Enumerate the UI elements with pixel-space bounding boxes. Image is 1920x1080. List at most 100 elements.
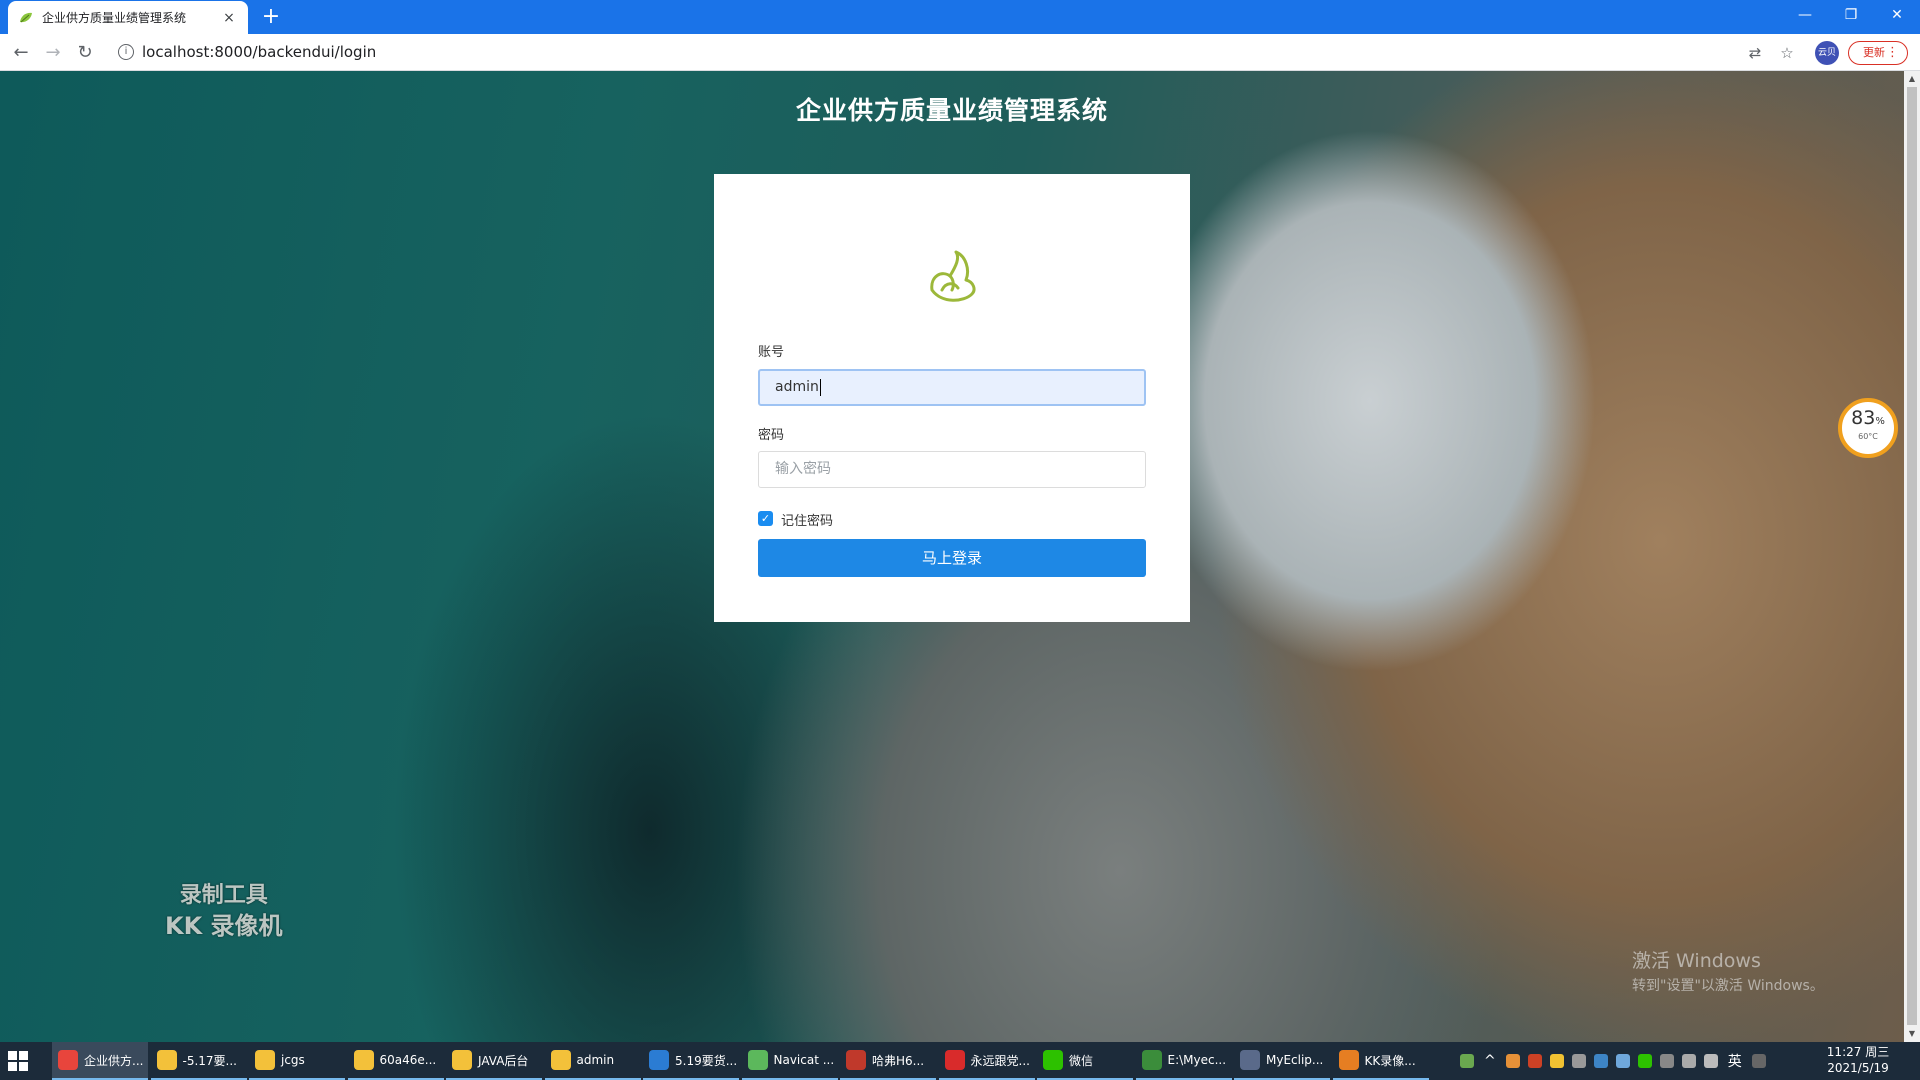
browser-tab-bar: 企业供方质量业绩管理系统 × + — ❐ ✕: [0, 0, 1920, 34]
bookmark-star-icon[interactable]: ☆: [1776, 42, 1798, 64]
ime-indicator[interactable]: 英: [1728, 1051, 1742, 1071]
taskbar-item[interactable]: jcgs: [249, 1042, 345, 1080]
navicat-icon: [747, 1050, 768, 1070]
tab-close-icon[interactable]: ×: [220, 10, 238, 26]
taskbar-item-label: 永远跟党...: [970, 1053, 1030, 1068]
tray-shield-icon[interactable]: [1593, 1054, 1608, 1068]
activate-windows-hint: 转到"设置"以激活 Windows。: [1632, 978, 1824, 994]
reload-icon[interactable]: ↻: [72, 40, 98, 66]
taskbar-item[interactable]: 5.19要货...: [643, 1042, 739, 1080]
address-bar[interactable]: localhost:8000/backendui/login: [142, 43, 376, 61]
account-input-value: admin: [775, 379, 819, 395]
password-input[interactable]: 输入密码: [758, 451, 1146, 488]
taskbar-item[interactable]: JAVA后台: [446, 1042, 542, 1080]
restore-button[interactable]: ❐: [1828, 0, 1874, 32]
taskbar-item[interactable]: admin: [544, 1042, 641, 1080]
browser-toolbar: ← → ↻ i localhost:8000/backendui/login ⇄…: [0, 34, 1920, 71]
login-button[interactable]: 马上登录: [758, 539, 1146, 577]
bird-logo-icon: [930, 250, 976, 302]
folder-icon: [353, 1050, 374, 1070]
account-label: 账号: [758, 345, 785, 360]
vs-icon: [649, 1050, 669, 1070]
gauge-temperature: 60°C: [1858, 432, 1878, 441]
performance-gauge-widget[interactable]: 83% 60°C: [1838, 398, 1898, 458]
recorder-watermark: 录制工具 KK 录像机: [165, 881, 283, 941]
leaf-favicon-icon: [18, 10, 34, 26]
remember-password-checkbox[interactable]: ✓: [758, 511, 773, 526]
tray-network-icon[interactable]: [1659, 1054, 1674, 1068]
close-window-button[interactable]: ✕: [1874, 0, 1920, 32]
taskbar-item-label: -5.17要...: [182, 1053, 238, 1068]
taskbar-item[interactable]: KK录像...: [1332, 1042, 1429, 1080]
account-input[interactable]: admin: [758, 369, 1146, 406]
tray-qq-icon[interactable]: [1527, 1054, 1542, 1068]
battery-icon[interactable]: [1460, 1054, 1474, 1068]
taskbar-item-label: 5.19要货...: [675, 1053, 738, 1068]
taskbar-item-label: admin: [576, 1053, 615, 1067]
update-button[interactable]: 更新 ⋮: [1848, 41, 1908, 65]
taskbar-item[interactable]: MyEclip...: [1234, 1042, 1330, 1080]
profile-avatar[interactable]: 云贝: [1815, 41, 1839, 65]
taskbar-item[interactable]: -5.17要...: [150, 1042, 247, 1080]
scroll-thumb[interactable]: [1907, 87, 1917, 1025]
activate-windows-watermark: 激活 Windows 转到"设置"以激活 Windows。: [1632, 946, 1824, 995]
eclipse-icon: [1240, 1050, 1260, 1070]
taskbar-item-label: KK录像...: [1364, 1053, 1416, 1068]
wifi-icon[interactable]: [1681, 1054, 1696, 1068]
app-icon: [846, 1050, 866, 1070]
tray-app-icon[interactable]: [1549, 1054, 1564, 1068]
site-info-icon[interactable]: i: [118, 44, 134, 60]
taskbar-clock[interactable]: 11:27 周三 2021/5/19: [1818, 1044, 1898, 1076]
folder-icon: [156, 1050, 177, 1070]
forward-arrow-icon[interactable]: →: [40, 40, 66, 66]
login-card: 账号 admin 密码 输入密码 ✓ 记住密码 马上登录: [714, 174, 1190, 622]
clock-date: 2021/5/19: [1827, 1061, 1889, 1075]
update-label: 更新: [1863, 46, 1885, 59]
login-page-background: 企业供方质量业绩管理系统 账号 admin 密码 输入密码 ✓ 记住密码 马上登…: [0, 71, 1904, 1042]
back-arrow-icon[interactable]: ←: [8, 40, 34, 66]
taskbar-item[interactable]: E:\Myec...: [1135, 1042, 1232, 1080]
tray-app-icon[interactable]: [1571, 1054, 1586, 1068]
taskbar-item-label: 哈弗H6...: [872, 1053, 925, 1068]
new-tab-button[interactable]: +: [258, 4, 284, 30]
taskbar-item-label: 微信: [1069, 1053, 1094, 1068]
taskbar-item-label: E:\Myec...: [1167, 1053, 1227, 1067]
taskbar-item-label: MyEclip...: [1266, 1053, 1324, 1067]
taskbar-item-label: 企业供方...: [84, 1053, 144, 1068]
star-icon: [944, 1050, 965, 1070]
folder-icon: [255, 1050, 275, 1070]
gauge-unit: %: [1875, 416, 1885, 427]
tray-app-icon[interactable]: [1615, 1054, 1630, 1068]
taskbar-item-label: Navicat ...: [773, 1053, 835, 1067]
minimize-button[interactable]: —: [1782, 0, 1828, 32]
text-caret: [819, 378, 821, 396]
scroll-down-arrow-icon[interactable]: ▼: [1904, 1026, 1920, 1042]
windows-start-icon[interactable]: [8, 1051, 28, 1071]
taskbar-item[interactable]: 永远跟党...: [938, 1042, 1035, 1080]
keyboard-icon[interactable]: [1751, 1054, 1766, 1068]
taskbar-item[interactable]: 企业供方...: [52, 1042, 148, 1080]
chrome-icon: [58, 1050, 78, 1070]
tray-app-icon[interactable]: [1505, 1054, 1520, 1068]
taskbar-item[interactable]: 60a46e...: [347, 1042, 444, 1080]
page-scrollbar[interactable]: ▲ ▼: [1904, 71, 1920, 1042]
taskbar-item[interactable]: 哈弗H6...: [840, 1042, 936, 1080]
volume-icon[interactable]: [1703, 1054, 1718, 1068]
windows-taskbar: 企业供方... -5.17要... jcgs 60a46e... JAVA后台 admin…: [0, 1042, 1920, 1080]
taskbar-item[interactable]: 微信: [1037, 1042, 1133, 1080]
taskbar-item[interactable]: Navicat ...: [741, 1042, 838, 1080]
menu-dots-icon: ⋮: [1886, 45, 1899, 60]
translate-icon[interactable]: ⇄: [1744, 42, 1766, 64]
tray-expand-icon[interactable]: ^: [1484, 1053, 1496, 1069]
page-title: 企业供方质量业绩管理系统: [795, 96, 1108, 125]
tab-title: 企业供方质量业绩管理系统: [42, 11, 187, 25]
scroll-up-arrow-icon[interactable]: ▲: [1904, 71, 1920, 87]
browser-tab[interactable]: 企业供方质量业绩管理系统 ×: [8, 1, 248, 34]
remember-password-label[interactable]: 记住密码: [781, 510, 833, 529]
tray-wechat-icon[interactable]: [1637, 1054, 1652, 1068]
taskbar-item-label: jcgs: [281, 1053, 305, 1067]
recorder-watermark-line1: 录制工具: [179, 883, 268, 908]
folder-icon: [550, 1050, 571, 1070]
clock-time: 11:27 周三: [1826, 1045, 1890, 1059]
system-tray: ^ 英: [1456, 1042, 1770, 1080]
